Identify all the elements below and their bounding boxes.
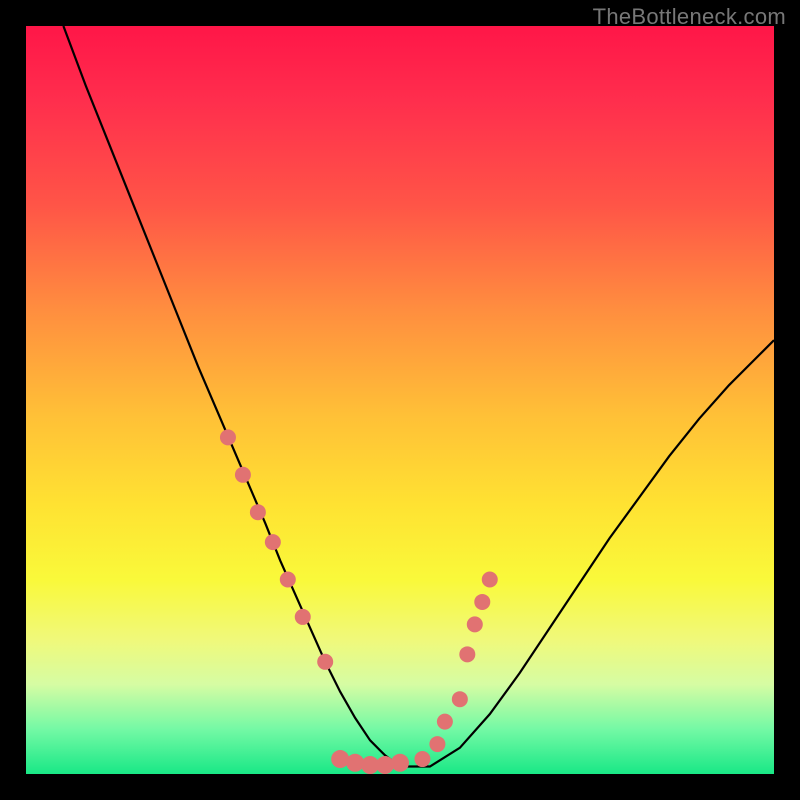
data-dot <box>437 714 453 730</box>
data-dot <box>467 616 483 632</box>
data-dot <box>391 754 409 772</box>
data-dot <box>295 609 311 625</box>
curve-layer <box>26 26 774 774</box>
data-dot <box>482 572 498 588</box>
data-dot <box>280 572 296 588</box>
data-dot <box>235 467 251 483</box>
outer-frame: TheBottleneck.com <box>0 0 800 800</box>
data-dot <box>459 646 475 662</box>
bottleneck-curve <box>63 26 774 767</box>
data-dot <box>414 751 430 767</box>
data-dot <box>317 654 333 670</box>
data-dot <box>331 750 349 768</box>
data-dot <box>220 429 236 445</box>
watermark-text: TheBottleneck.com <box>593 4 786 30</box>
data-dot <box>250 504 266 520</box>
data-dot <box>452 691 468 707</box>
data-dot <box>265 534 281 550</box>
data-dot <box>429 736 445 752</box>
data-dot <box>474 594 490 610</box>
